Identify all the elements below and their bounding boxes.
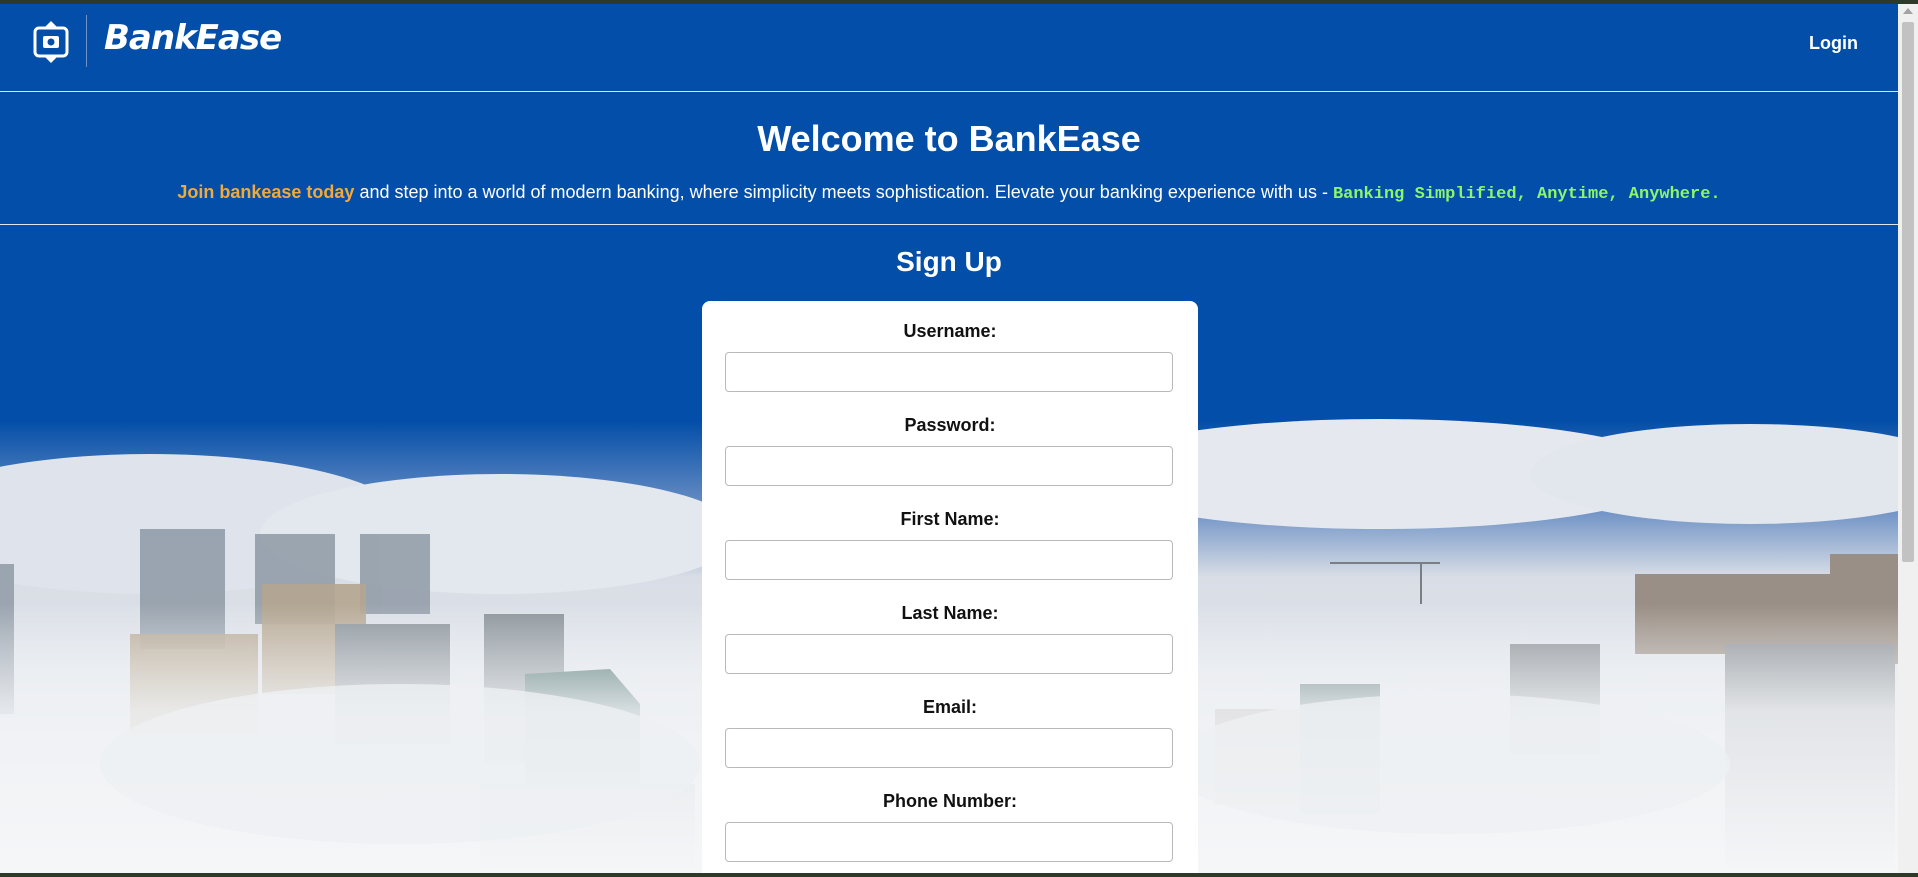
join-highlight: Join bankease today	[177, 182, 355, 202]
phone-number-input[interactable]	[725, 822, 1173, 862]
motto-text: Banking Simplified, Anytime, Anywhere	[1332, 185, 1711, 204]
signup-title: Sign Up	[896, 246, 1002, 277]
signup-form: Username: Password: First Name: Last Nam…	[702, 301, 1198, 873]
email-label: Email:	[922, 697, 978, 717]
email-input[interactable]	[725, 728, 1173, 768]
last-name-label: Last Name:	[901, 603, 999, 623]
scroll-thumb[interactable]	[1902, 22, 1914, 562]
tagline-body: and step into a world of modern banking,…	[354, 182, 1333, 202]
first-name-input[interactable]	[725, 540, 1173, 580]
phone-number-label: Phone Number:	[882, 791, 1017, 811]
bank-logo-icon	[33, 21, 69, 63]
vertical-scrollbar[interactable]	[1898, 4, 1918, 873]
top-navbar: BankEase Login	[0, 4, 1898, 92]
first-name-label: First Name:	[900, 509, 1000, 529]
brand-name[interactable]: BankEase	[104, 18, 282, 58]
welcome-tagline: Join bankease today and step into a worl…	[0, 182, 1898, 204]
login-link[interactable]: Login	[1809, 33, 1858, 54]
scroll-up-arrow-icon[interactable]	[1903, 8, 1913, 14]
welcome-banner: Welcome to BankEase Join bankease today …	[0, 92, 1898, 225]
username-input[interactable]	[725, 352, 1173, 392]
motto-period: .	[1710, 185, 1721, 204]
page: BankEase Login Welcome to BankEase Join …	[0, 4, 1898, 873]
password-label: Password:	[904, 415, 996, 435]
password-input[interactable]	[725, 446, 1173, 486]
logo-divider	[86, 15, 87, 67]
welcome-title: Welcome to BankEase	[757, 118, 1141, 159]
last-name-input[interactable]	[725, 634, 1173, 674]
username-label: Username:	[903, 321, 997, 341]
